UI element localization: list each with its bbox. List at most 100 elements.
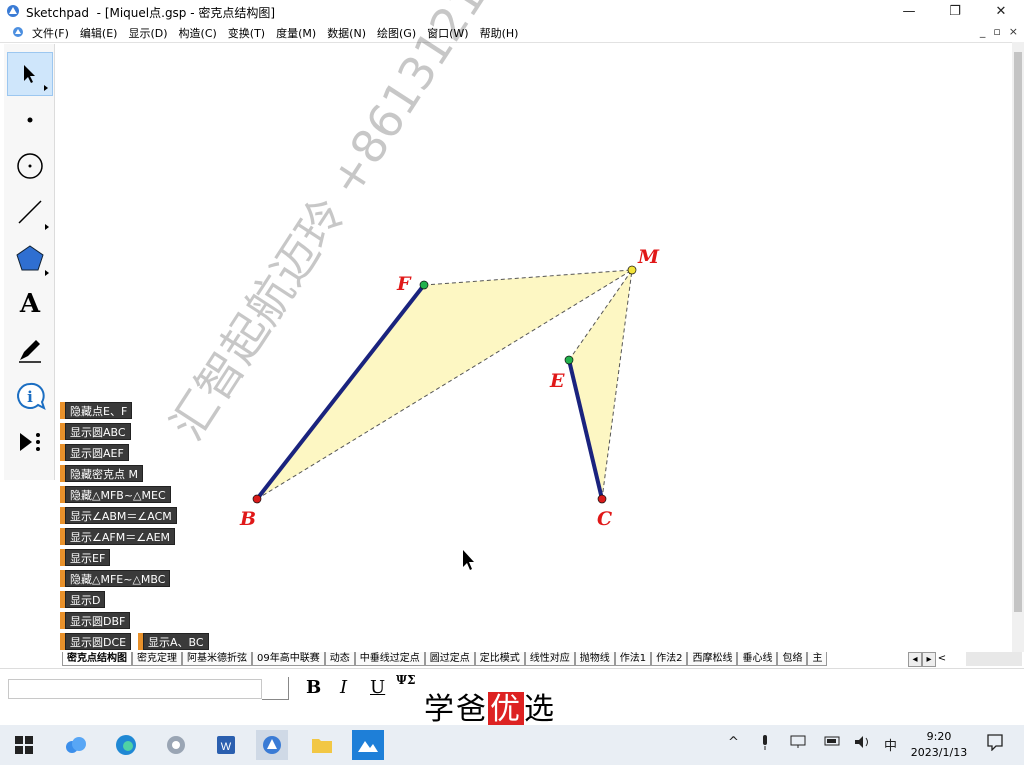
page-tab-9[interactable]: 抛物线 [574, 652, 615, 666]
label-e[interactable]: E [549, 370, 565, 392]
page-tab-3[interactable]: 09年高中联赛 [252, 652, 325, 666]
menu-item-4[interactable]: 变换(T) [228, 25, 265, 41]
restore-button[interactable]: ❐ [932, 0, 978, 22]
taskbar-explorer[interactable] [306, 730, 338, 760]
italic-button[interactable]: I [340, 677, 347, 698]
vertical-scrollbar[interactable] [1012, 42, 1024, 652]
page-tab-15[interactable]: 主 [807, 652, 828, 666]
start-button[interactable] [8, 730, 40, 760]
ime-indicator[interactable]: 中 [884, 735, 897, 754]
action-button-12[interactable]: 显示A、BC [138, 633, 209, 650]
action-button-4[interactable]: 隐藏△MFB~△MEC [60, 486, 171, 503]
action-button-8[interactable]: 隐藏△MFE~△MBC [60, 570, 171, 587]
point-b[interactable] [252, 494, 262, 504]
label-m[interactable]: M [637, 246, 660, 268]
volume-icon[interactable] [854, 735, 872, 749]
arrow-select-tool[interactable] [7, 52, 53, 96]
custom-tool[interactable] [7, 420, 53, 464]
horizontal-scrollbar[interactable] [966, 652, 1022, 666]
menu-item-2[interactable]: 显示(D) [128, 25, 167, 41]
clock[interactable]: 9:20 2023/1/13 [900, 729, 978, 761]
menu-item-1[interactable]: 编辑(E) [80, 25, 118, 41]
compass-tool[interactable] [7, 144, 53, 188]
page-tabs: 密克点结构图 密克定理 阿基米德折弦 09年高中联赛 动态 中垂线过定点 圆过定点 定比模式线… [62, 652, 906, 666]
label-c[interactable]: C [597, 508, 612, 530]
bold-button[interactable]: B [306, 677, 321, 698]
taskbar-app-1[interactable] [60, 730, 92, 760]
marker-tool[interactable] [7, 328, 53, 372]
minimize-button[interactable]: — [886, 0, 932, 22]
action-button-2[interactable]: 显示圆AEF [60, 444, 129, 461]
taskbar-sketchpad[interactable] [256, 730, 288, 760]
action-button-label: 隐藏点E、F [65, 402, 133, 419]
point-c[interactable] [597, 494, 607, 504]
point-e[interactable] [564, 355, 574, 365]
action-button-7[interactable]: 显示EF [60, 549, 111, 566]
mdi-restore-button[interactable]: ▫ [993, 25, 1000, 38]
polygon-tool[interactable] [7, 236, 53, 280]
underline-button[interactable]: U [370, 677, 385, 698]
taskbar-app-3[interactable] [160, 730, 192, 760]
page-tab-4[interactable]: 动态 [324, 652, 355, 666]
title-bar: Sketchpad - [Miquel点.gsp - 密克点结构图] — ❐ ✕ [0, 0, 1024, 22]
menu-item-3[interactable]: 构造(C) [179, 25, 217, 41]
triangle-mec[interactable] [569, 270, 632, 499]
page-tab-7[interactable]: 定比模式 [474, 652, 525, 666]
action-button-label: 隐藏密克点 M [65, 465, 143, 482]
action-button-label: 显示圆DBF [65, 612, 131, 629]
point-m[interactable] [627, 265, 637, 275]
text-tool[interactable]: A [7, 282, 53, 326]
mdi-close-button[interactable]: × [1009, 25, 1018, 38]
point-tool[interactable] [7, 98, 53, 142]
action-button-3[interactable]: 隐藏密克点 M [60, 465, 143, 482]
battery-icon[interactable] [824, 735, 842, 747]
page-tab-0[interactable]: 密克点结构图 [62, 652, 132, 666]
text-a-icon: A [19, 289, 41, 319]
taskbar-app-8[interactable] [352, 730, 384, 760]
page-tab-5[interactable]: 中垂线过定点 [354, 652, 425, 666]
information-tool[interactable]: i [7, 374, 53, 418]
action-button-1[interactable]: 显示圆ABC [60, 423, 131, 440]
menu-item-6[interactable]: 数据(N) [327, 25, 366, 41]
action-button-9[interactable]: 显示D [60, 591, 106, 608]
notification-icon[interactable] [986, 733, 1004, 751]
label-b[interactable]: B [239, 508, 256, 530]
microphone-icon[interactable] [760, 735, 770, 751]
menu-item-5[interactable]: 度量(M) [276, 25, 316, 41]
mdi-minimize-button[interactable]: _ [980, 25, 986, 38]
page-tab-11[interactable]: 作法2 [651, 652, 688, 666]
page-tab-10[interactable]: 作法1 [614, 652, 652, 666]
arrow-icon [24, 65, 35, 83]
menu-item-9[interactable]: 帮助(H) [480, 25, 519, 41]
font-name-field[interactable] [8, 679, 262, 699]
page-tab-8[interactable]: 线性对应 [524, 652, 575, 666]
chevron-up-icon[interactable]: ^ [728, 735, 739, 750]
tab-prev-button[interactable]: ◂ [908, 652, 922, 667]
action-button-10[interactable]: 显示圆DBF [60, 612, 131, 629]
page-tab-12[interactable]: 西摩松线 [687, 652, 738, 666]
close-button[interactable]: ✕ [978, 0, 1024, 22]
page-tab-13[interactable]: 垂心线 [737, 652, 778, 666]
action-button-5[interactable]: 显示∠ABM＝∠ACM [60, 507, 177, 524]
point-f[interactable] [419, 280, 429, 290]
page-tab-6[interactable]: 圆过定点 [424, 652, 475, 666]
action-button-11[interactable]: 显示圆DCE [60, 633, 132, 650]
label-f[interactable]: F [396, 273, 412, 295]
page-tab-2[interactable]: 阿基米德折弦 [182, 652, 252, 666]
action-button-label: 显示D [65, 591, 106, 608]
scroll-left-button[interactable]: < [936, 652, 948, 665]
page-tab-1[interactable]: 密克定理 [132, 652, 182, 666]
info-bubble-icon: i [17, 382, 46, 410]
straightedge-tool[interactable] [7, 190, 53, 234]
tab-next-button[interactable]: ▸ [922, 652, 936, 667]
menu-item-0[interactable]: 文件(F) [32, 25, 69, 41]
taskbar-edge[interactable] [110, 730, 142, 760]
action-button-6[interactable]: 显示∠AFM＝∠AEM [60, 528, 176, 545]
action-button-0[interactable]: 隐藏点E、F [60, 402, 133, 419]
font-size-field[interactable] [262, 677, 289, 700]
taskbar-word[interactable]: W [210, 730, 242, 760]
brand-watermark: 学爸优选 [424, 692, 556, 727]
page-tab-14[interactable]: 包络 [777, 652, 808, 666]
network-icon[interactable] [790, 735, 806, 749]
symbol-palette-button[interactable]: ΨΣ [396, 673, 415, 687]
